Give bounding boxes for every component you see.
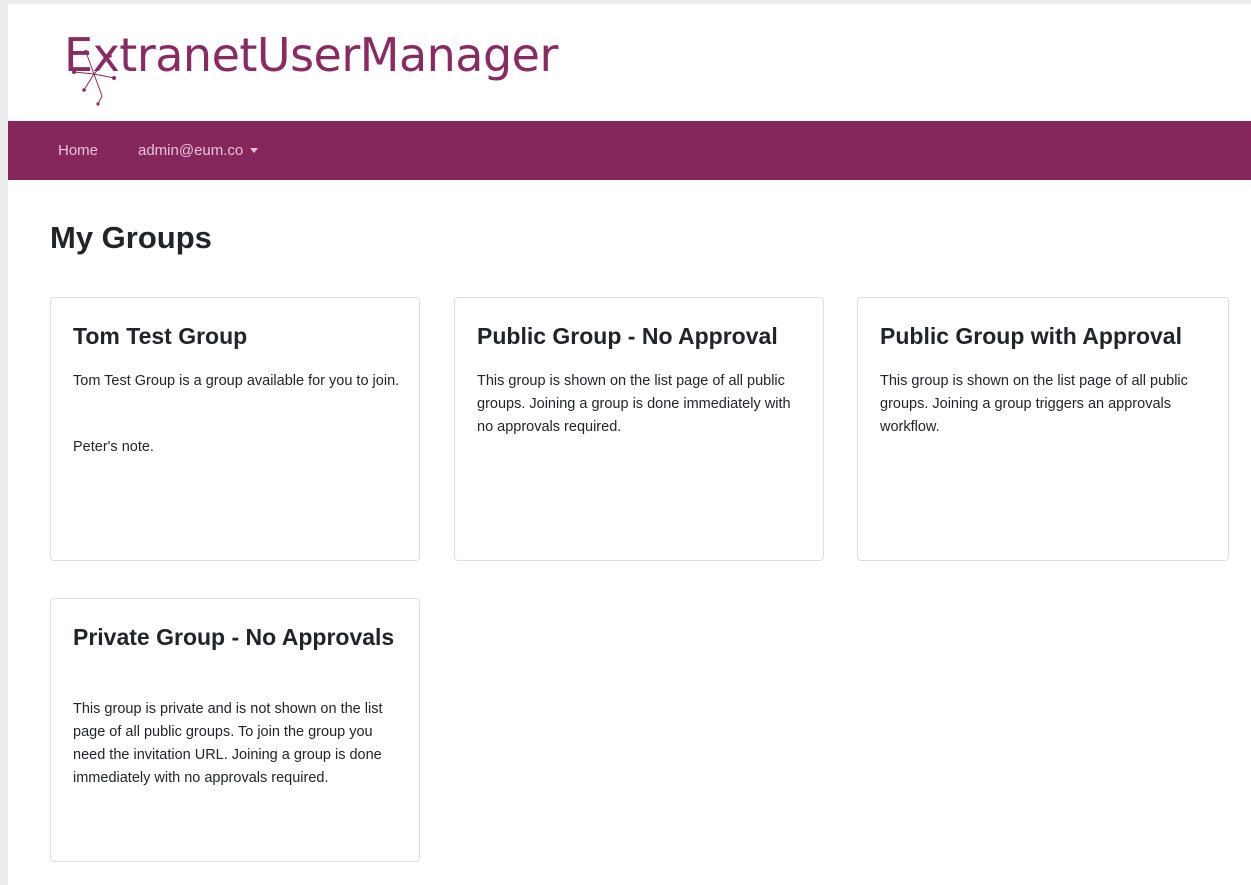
user-menu-label: admin@eum.co [138, 142, 244, 159]
logo-wordmark: ExtranetUserManager [64, 28, 558, 82]
group-card-note: Peter's note. [73, 439, 154, 455]
window-left-edge [0, 0, 8, 885]
nav-home-link[interactable]: Home [58, 121, 98, 180]
nav-home-label: Home [58, 142, 99, 159]
group-card-description: Tom Test Group is a group available for … [73, 373, 400, 389]
group-card-title: Public Group - No Approval [477, 323, 778, 349]
user-menu-dropdown[interactable]: admin@eum.co [138, 121, 259, 180]
group-card-public-no-approval[interactable]: Public Group - No Approval This group is… [454, 297, 824, 561]
page: ExtranetUserManager Home admin@eum.co My… [0, 0, 1251, 885]
group-card-title: Tom Test Group [73, 323, 248, 349]
group-card-description: This group is private and is not shown o… [73, 701, 383, 786]
group-card-public-with-approval[interactable]: Public Group with Approval This group is… [857, 297, 1229, 561]
group-card-private-no-approvals[interactable]: Private Group - No Approvals This group … [50, 598, 420, 862]
group-card-title: Private Group - No Approvals [73, 624, 395, 650]
site-header: ExtranetUserManager [8, 4, 1251, 121]
main-navbar: Home admin@eum.co [8, 121, 1251, 180]
caret-down-icon [250, 148, 259, 153]
page-title: My Groups [50, 220, 212, 255]
group-card-description: This group is shown on the list page of … [880, 373, 1188, 435]
group-card-tom-test-group[interactable]: Tom Test Group Tom Test Group is a group… [50, 297, 420, 561]
group-card-description: This group is shown on the list page of … [477, 373, 791, 435]
group-card-title: Public Group with Approval [880, 323, 1182, 349]
site-logo[interactable]: ExtranetUserManager [58, 26, 638, 106]
